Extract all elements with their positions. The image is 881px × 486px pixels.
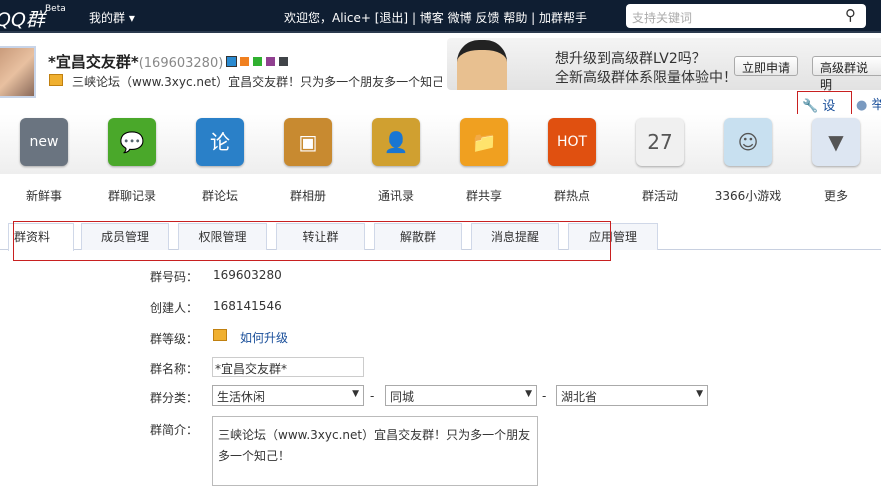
group-number: (169603280): [138, 56, 224, 71]
app-hot[interactable]: HOT 群热点: [528, 118, 616, 204]
app-label: 群活动: [641, 189, 678, 203]
app-label: 更多: [823, 189, 848, 203]
group-avatar: [0, 46, 36, 98]
banner-line1: 想升级到高级群LV2吗？: [555, 51, 706, 67]
blog-link[interactable]: 博客: [420, 11, 444, 25]
category-select-2[interactable]: 同城 ▼: [385, 385, 537, 406]
wrench-icon: 🔧: [802, 99, 819, 114]
app-calendar[interactable]: 27 群活动: [616, 118, 704, 204]
app-photo-album[interactable]: ▣ 群相册: [264, 118, 352, 204]
group-name-input[interactable]: *宜昌交友群*: [212, 357, 364, 377]
crown-level-icon: [49, 74, 63, 86]
app-more-arrow[interactable]: ▼ 更多: [792, 118, 880, 204]
theme-color-picker: [226, 56, 288, 67]
level-crown-icon: [213, 329, 227, 341]
chevron-down-icon: ▼: [696, 389, 703, 399]
app-label: 群聊记录: [107, 189, 156, 203]
app-label: 群相册: [289, 189, 326, 203]
separator: -: [542, 389, 547, 403]
game-mascot-icon[interactable]: ☺: [724, 118, 772, 166]
more-arrow-icon[interactable]: ▼: [812, 118, 860, 166]
category3-value: 湖北省: [561, 390, 598, 404]
theme-swatch[interactable]: [279, 57, 288, 66]
photo-album-icon[interactable]: ▣: [284, 118, 332, 166]
qq-group-logo[interactable]: QQ群: [0, 5, 45, 32]
theme-swatch[interactable]: [266, 57, 275, 66]
app-label: 3366小游戏: [714, 189, 782, 203]
app-label: 新鲜事: [25, 189, 62, 203]
apply-now-button[interactable]: 立即申请: [734, 56, 799, 76]
help-link[interactable]: 帮助: [503, 11, 527, 25]
search-icon[interactable]: ⚲: [845, 6, 856, 24]
group-number-label: 群号码：: [150, 270, 199, 284]
highlight-box: [13, 221, 611, 261]
category-select-1[interactable]: 生活休闲 ▼: [212, 385, 364, 406]
app-new[interactable]: new 新鲜事: [0, 118, 88, 204]
app-game-mascot[interactable]: ☺ 3366小游戏: [704, 118, 792, 204]
logout-link[interactable]: [退出]: [375, 11, 408, 25]
top-nav-bar: QQ群 Beta 我的群 ▾ 欢迎您，Alice+ [退出] | 博客 微博 反…: [0, 0, 881, 33]
folder-icon[interactable]: 📁: [460, 118, 508, 166]
feedback-link[interactable]: 反馈: [475, 11, 499, 25]
top-links: 欢迎您，Alice+ [退出] | 博客 微博 反馈 帮助 | 加群帮手: [284, 11, 588, 25]
creator-label: 创建人：: [150, 301, 199, 315]
settings-button[interactable]: 🔧 设置: [797, 91, 852, 133]
calendar-icon[interactable]: 27: [636, 118, 684, 166]
hot-icon[interactable]: HOT: [548, 118, 596, 166]
app-folder[interactable]: 📁 群共享: [440, 118, 528, 204]
welcome-text: 欢迎您，Alice+: [284, 11, 371, 25]
advanced-group-info-button[interactable]: 高级群说明: [812, 56, 881, 92]
chat-bubbles-icon[interactable]: 💬: [108, 118, 156, 166]
intro-line2: 多一个知己！: [218, 449, 291, 463]
search-input[interactable]: 支持关键词 ⚲: [626, 4, 866, 28]
report-icon: ●: [856, 98, 868, 113]
name-label: 群名称：: [150, 362, 199, 376]
banner-line2: 全新高级群体系限量体验中！: [555, 70, 737, 86]
group-description: 三峡论坛（www.3xyc.net）宜昌交友群！只为多一个朋友多一个知己！: [72, 75, 442, 89]
app-label: 通讯录: [377, 189, 414, 203]
app-label: 群论坛: [201, 189, 238, 203]
mascot-image: [457, 40, 507, 90]
app-contacts[interactable]: 👤 通讯录: [352, 118, 440, 204]
app-chat-bubbles[interactable]: 💬 群聊记录: [88, 118, 176, 204]
chevron-down-icon: ▼: [525, 389, 532, 399]
separator: -: [370, 389, 375, 403]
category1-value: 生活休闲: [217, 390, 266, 404]
group-name: *宜昌交友群*: [48, 53, 139, 71]
theme-swatch[interactable]: [253, 57, 262, 66]
search-placeholder: 支持关键词: [632, 11, 693, 25]
level-label: 群等级：: [150, 332, 199, 346]
new-icon[interactable]: new: [20, 118, 68, 166]
theme-swatch[interactable]: [226, 56, 237, 67]
app-label: 群热点: [553, 189, 590, 203]
creator-value: 168141546: [213, 299, 282, 313]
group-title: *宜昌交友群*(169603280): [48, 51, 223, 72]
category-select-3[interactable]: 湖北省 ▼: [556, 385, 708, 406]
intro-line1: 三峡论坛（www.3xyc.net）宜昌交友群！只为多一个朋友: [218, 428, 531, 442]
upgrade-banner: 想升级到高级群LV2吗？ 全新高级群体系限量体验中！ 立即申请 高级群说明: [447, 38, 881, 92]
app-forum[interactable]: 论群论坛: [176, 118, 264, 204]
forum-icon[interactable]: 论: [196, 118, 244, 166]
report-label: 举: [871, 98, 881, 113]
contacts-icon[interactable]: 👤: [372, 118, 420, 166]
join-helper-link[interactable]: 加群帮手: [539, 11, 587, 25]
beta-label: Beta: [45, 4, 66, 14]
group-intro-textarea[interactable]: 三峡论坛（www.3xyc.net）宜昌交友群！只为多一个朋友 多一个知己！: [212, 416, 538, 486]
theme-swatch[interactable]: [240, 57, 249, 66]
group-number-value: 169603280: [213, 268, 282, 282]
my-groups-menu[interactable]: 我的群 ▾: [89, 9, 135, 26]
category-label: 群分类：: [150, 391, 199, 405]
intro-label: 群简介：: [150, 423, 199, 437]
weibo-link[interactable]: 微博: [448, 11, 472, 25]
chevron-down-icon: ▼: [352, 389, 359, 399]
app-label: 群共享: [465, 189, 502, 203]
report-button[interactable]: ● 举: [856, 94, 881, 113]
how-to-upgrade-link[interactable]: 如何升级: [240, 329, 288, 346]
category2-value: 同城: [390, 390, 415, 404]
